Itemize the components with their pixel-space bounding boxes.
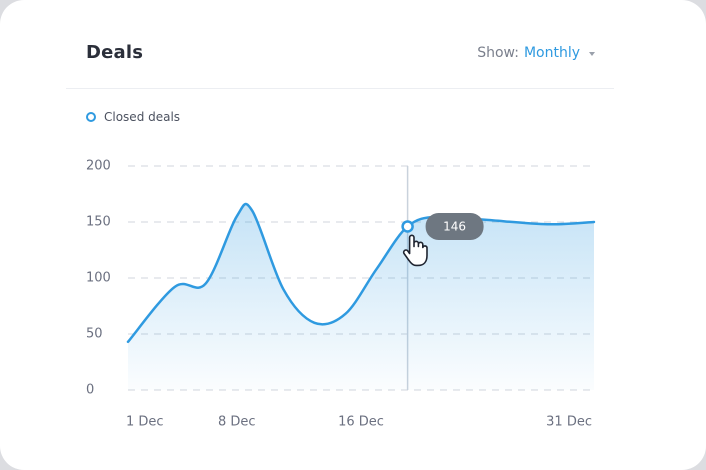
tooltip-value: 146 (443, 219, 466, 233)
x-tick-label: 8 Dec (218, 415, 256, 430)
data-point[interactable] (249, 208, 255, 214)
data-point[interactable] (374, 266, 380, 272)
hover-point[interactable] (401, 220, 414, 233)
y-tick-label: 100 (86, 271, 111, 286)
y-tick-label: 0 (86, 383, 94, 398)
value-tooltip: 146 (425, 212, 484, 240)
data-point[interactable] (482, 217, 488, 223)
deals-chart: 0 50 100 150 200 1 Dec 8 Dec 16 Dec 31 Dec 146 (86, 159, 597, 430)
data-point[interactable] (342, 311, 348, 317)
data-point[interactable] (591, 219, 597, 225)
data-point[interactable] (544, 221, 550, 227)
data-point[interactable] (311, 320, 317, 326)
y-tick-label: 50 (86, 327, 103, 342)
data-point[interactable] (172, 284, 178, 290)
data-point[interactable] (203, 281, 209, 287)
data-point[interactable] (280, 286, 286, 292)
data-point[interactable] (125, 339, 131, 345)
y-tick-label: 150 (86, 215, 111, 230)
data-point[interactable] (234, 213, 240, 219)
x-tick-label: 16 Dec (338, 415, 384, 430)
x-tick-label: 31 Dec (546, 415, 592, 430)
x-tick-label: 1 Dec (126, 415, 164, 430)
deals-card: Deals Show: Monthly Closed deals 0 50 100 1… (0, 0, 706, 470)
y-tick-label: 200 (86, 159, 111, 174)
series-area (128, 204, 594, 390)
